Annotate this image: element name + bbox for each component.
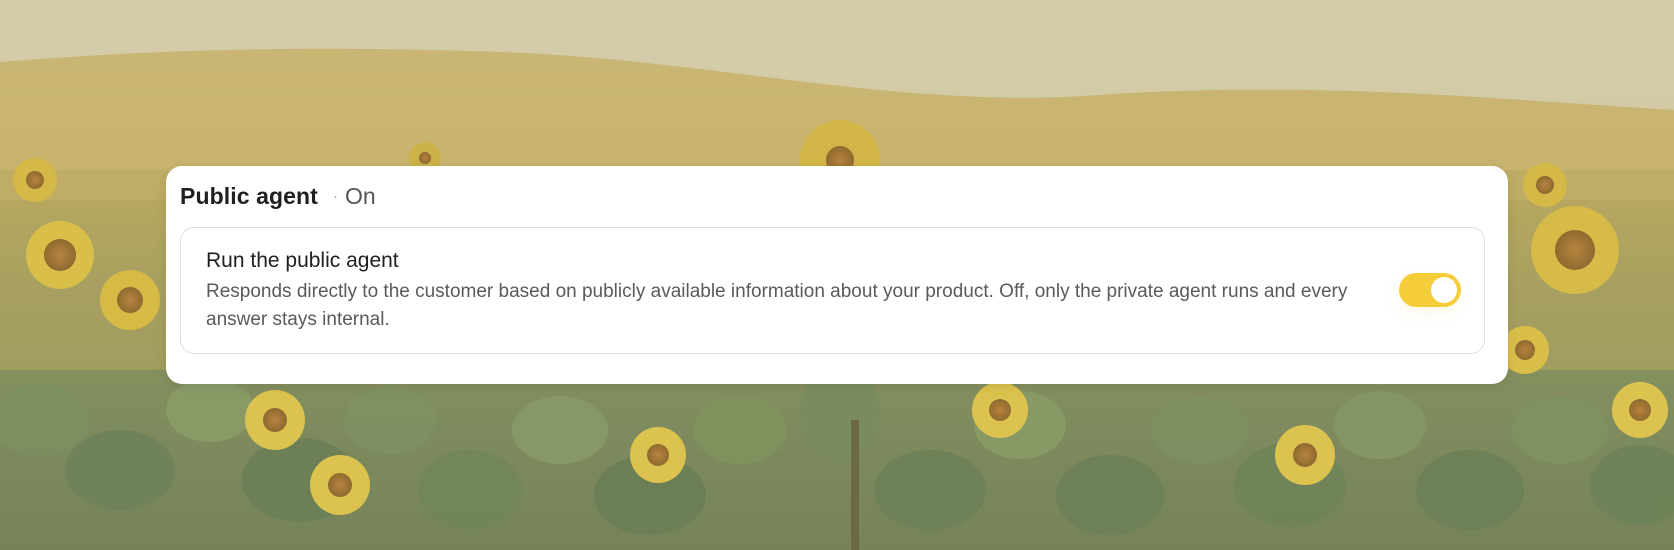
status-separator: · [332, 187, 338, 205]
run-public-agent-setting: Run the public agent Responds directly t… [180, 227, 1485, 354]
public-agent-panel: Public agent · On Run the public agent R… [166, 166, 1508, 384]
setting-title: Run the public agent [206, 249, 399, 272]
setting-text: Run the public agent Responds directly t… [206, 248, 1376, 334]
public-agent-toggle[interactable] [1399, 273, 1461, 307]
status-text: On [344, 182, 376, 209]
panel-header: Public agent · On [180, 178, 376, 214]
setting-description: Responds directly to the customer based … [206, 281, 1348, 330]
panel-title: Public agent [180, 182, 318, 209]
toggle-knob [1431, 277, 1457, 303]
